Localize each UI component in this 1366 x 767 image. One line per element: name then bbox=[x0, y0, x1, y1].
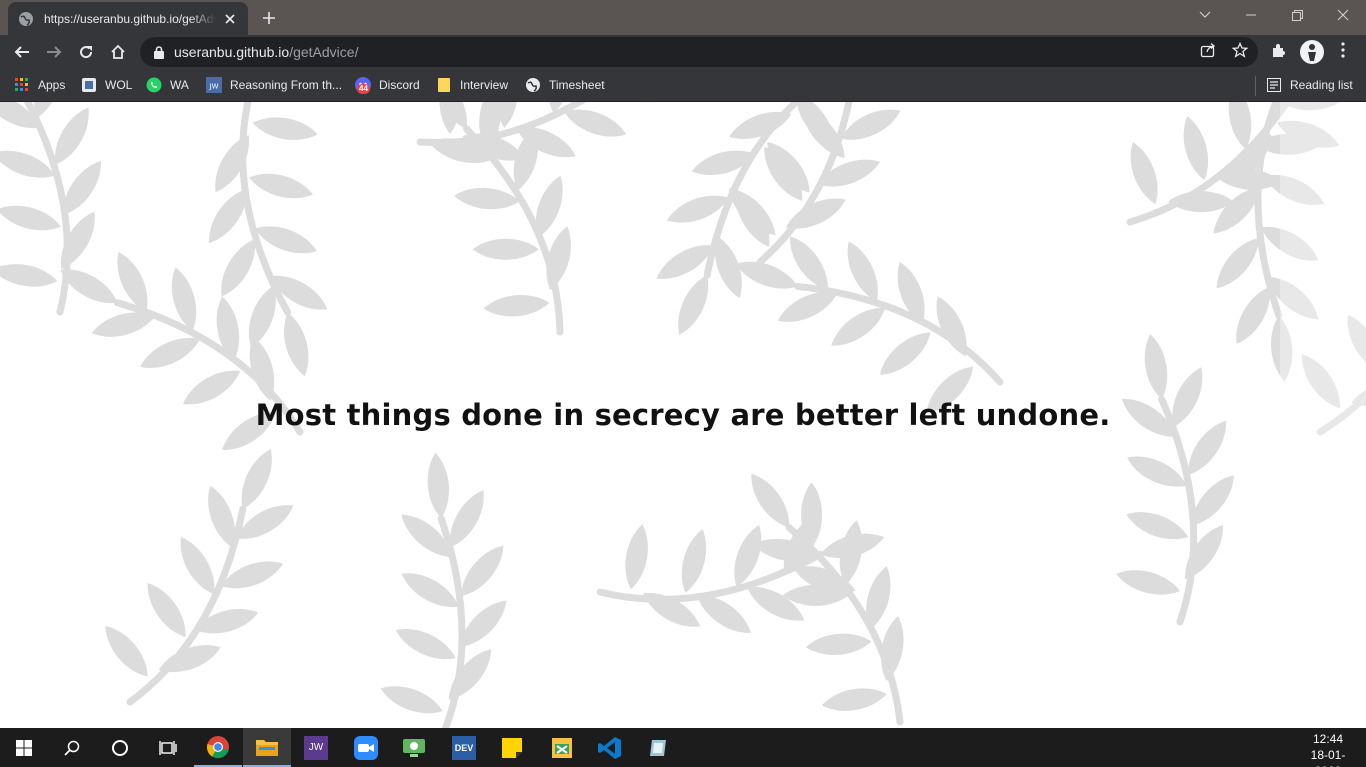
lock-icon[interactable] bbox=[152, 45, 166, 59]
bookmark-apps[interactable]: Apps bbox=[14, 75, 65, 95]
tab-title: https://useranbu.github.io/getAdvice/ bbox=[44, 11, 216, 26]
clock-date: 18-01-2022 bbox=[1310, 748, 1346, 767]
taskbar-chrome[interactable] bbox=[194, 728, 242, 767]
address-bar[interactable]: useranbu.github.io/getAdvice/ bbox=[140, 37, 1258, 67]
new-tab-button[interactable] bbox=[258, 7, 280, 29]
forward-button[interactable] bbox=[40, 38, 68, 66]
bookmarks-bar: Apps WOL WA JW Reasoning From th... 44 D… bbox=[0, 69, 1366, 102]
dev-label: DEV bbox=[454, 742, 474, 753]
reading-list-icon bbox=[1266, 77, 1282, 93]
windows-taskbar: JW DEV 12:44 18-01-2022 bbox=[0, 728, 1366, 767]
globe-icon bbox=[525, 77, 541, 93]
taskbar-vscode[interactable] bbox=[586, 728, 634, 767]
bookmark-label: Timesheet bbox=[549, 78, 605, 92]
bookmark-discord[interactable]: 44 Discord bbox=[355, 75, 420, 95]
minimize-button[interactable] bbox=[1228, 0, 1274, 30]
notification-badge: 44 bbox=[357, 84, 370, 94]
cortana-button[interactable] bbox=[96, 728, 144, 767]
search-button[interactable] bbox=[48, 728, 96, 767]
reading-list-button[interactable]: Reading list bbox=[1266, 75, 1353, 95]
back-button[interactable] bbox=[8, 38, 36, 66]
jw-label: JW bbox=[308, 742, 324, 753]
chrome-icon bbox=[206, 735, 229, 758]
cortana-circle-icon bbox=[112, 739, 128, 756]
task-view-icon bbox=[159, 740, 177, 755]
jw-icon: JW bbox=[206, 77, 222, 93]
tab-strip: https://useranbu.github.io/getAdvice/ bbox=[0, 0, 1366, 35]
vscode-icon bbox=[598, 736, 621, 759]
folder-icon bbox=[256, 739, 278, 756]
bookmark-label: Discord bbox=[379, 78, 420, 92]
advice-text: Most things done in secrecy are better l… bbox=[255, 398, 1111, 432]
discord-icon: 44 bbox=[355, 77, 371, 94]
start-button[interactable] bbox=[0, 728, 48, 767]
clock-time: 12:44 bbox=[1312, 732, 1344, 746]
reload-button[interactable] bbox=[72, 38, 100, 66]
whatsapp-icon bbox=[146, 77, 162, 93]
browser-toolbar: useranbu.github.io/getAdvice/ bbox=[0, 35, 1366, 69]
bookmark-label: WA bbox=[170, 78, 189, 92]
bookmark-reasoning[interactable]: JW Reasoning From th... bbox=[206, 75, 342, 95]
taskbar-jw-library[interactable]: JW bbox=[292, 728, 340, 767]
bookmark-star-icon[interactable] bbox=[1231, 41, 1249, 59]
folder-icon bbox=[436, 77, 452, 93]
taskbar-file-explorer[interactable] bbox=[243, 728, 291, 767]
taskbar-sticky-notes[interactable] bbox=[488, 728, 536, 767]
task-view-button[interactable] bbox=[144, 728, 192, 767]
bookmark-label: Reasoning From th... bbox=[230, 78, 343, 92]
windows-logo-icon bbox=[16, 739, 32, 756]
profile-avatar[interactable] bbox=[1300, 40, 1324, 64]
search-icon bbox=[64, 740, 80, 756]
home-button[interactable] bbox=[104, 38, 132, 66]
system-clock[interactable]: 12:44 18-01-2022 bbox=[1298, 731, 1358, 767]
url-host: useranbu.github.io bbox=[174, 44, 290, 60]
close-icon[interactable] bbox=[222, 11, 238, 27]
browser-tab[interactable]: https://useranbu.github.io/getAdvice/ bbox=[8, 2, 248, 35]
remote-desktop-icon bbox=[403, 738, 425, 757]
url-path: /getAdvice/ bbox=[289, 44, 359, 60]
bookmark-label: Interview bbox=[460, 78, 509, 92]
window-close-button[interactable] bbox=[1320, 0, 1366, 30]
sticky-notes-icon bbox=[502, 737, 522, 758]
spreadsheet-icon bbox=[552, 737, 572, 758]
bookmark-timesheet[interactable]: Timesheet bbox=[525, 75, 605, 95]
zoom-icon bbox=[354, 735, 378, 760]
bookmark-label: Apps bbox=[38, 78, 66, 92]
taskbar-remote-app[interactable] bbox=[390, 728, 438, 767]
globe-icon bbox=[18, 11, 34, 27]
extensions-icon[interactable] bbox=[1270, 41, 1288, 59]
taskbar-dev[interactable]: DEV bbox=[440, 728, 488, 767]
bookmarks-divider bbox=[1255, 76, 1256, 96]
wol-icon bbox=[81, 77, 97, 93]
restore-button[interactable] bbox=[1274, 0, 1320, 30]
taskbar-app[interactable] bbox=[634, 728, 682, 767]
share-icon[interactable] bbox=[1199, 41, 1217, 59]
tab-search-button[interactable] bbox=[1182, 0, 1228, 30]
taskbar-sheets-app[interactable] bbox=[538, 728, 586, 767]
bookmark-wa[interactable]: WA bbox=[146, 75, 189, 95]
menu-kebab-icon[interactable] bbox=[1334, 41, 1352, 59]
bookmark-label: WOL bbox=[105, 78, 133, 92]
taskbar-zoom[interactable] bbox=[342, 728, 390, 767]
page-content: Most things done in secrecy are better l… bbox=[0, 102, 1366, 728]
bookmark-wol[interactable]: WOL bbox=[81, 75, 132, 95]
reading-list-label: Reading list bbox=[1290, 78, 1353, 92]
url-text: useranbu.github.io/getAdvice/ bbox=[174, 44, 358, 60]
app-icon bbox=[650, 739, 666, 756]
svg-text:JW: JW bbox=[209, 83, 219, 91]
bookmark-interview[interactable]: Interview bbox=[436, 75, 508, 95]
apps-grid-icon bbox=[14, 77, 30, 93]
